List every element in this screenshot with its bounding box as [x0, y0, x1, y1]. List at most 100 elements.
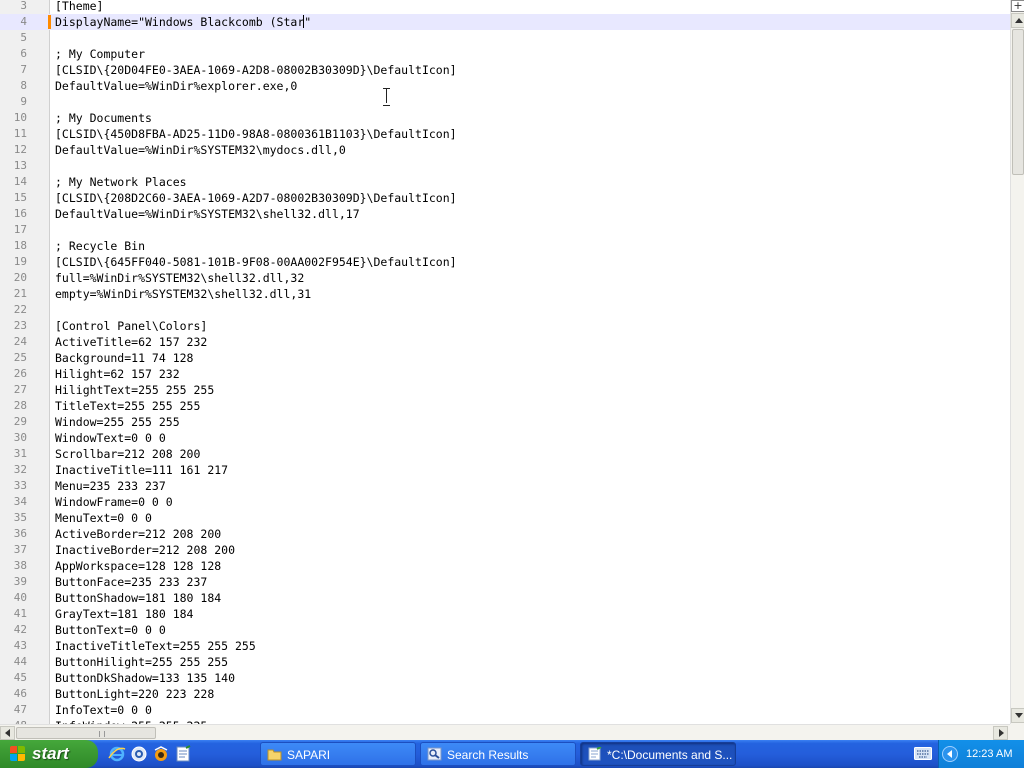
editor-line[interactable]: 34 WindowFrame=0 0 0 — [0, 494, 1010, 510]
line-text[interactable]: ; My Computer — [55, 46, 145, 62]
taskbar-button-search-results[interactable]: Search Results — [420, 742, 576, 766]
editor-line[interactable]: 17 — [0, 222, 1010, 238]
editor-line[interactable]: 43 InactiveTitleText=255 255 255 — [0, 638, 1010, 654]
editor-line[interactable]: 5 — [0, 30, 1010, 46]
editor-line[interactable]: 21 empty=%WinDir%SYSTEM32\shell32.dll,31 — [0, 286, 1010, 302]
scroll-up-button[interactable] — [1011, 13, 1024, 28]
editor-line[interactable]: 3 [Theme] — [0, 0, 1010, 14]
editor-line[interactable]: 38 AppWorkspace=128 128 128 — [0, 558, 1010, 574]
editor-line[interactable]: 20 full=%WinDir%SYSTEM32\shell32.dll,32 — [0, 270, 1010, 286]
scroll-down-button[interactable] — [1011, 708, 1024, 723]
line-text[interactable]: [CLSID\{450D8FBA-AD25-11D0-98A8-0800361B… — [55, 126, 457, 142]
scroll-left-button[interactable] — [0, 726, 15, 740]
start-button[interactable]: start — [0, 740, 98, 768]
line-text[interactable]: Scrollbar=212 208 200 — [55, 446, 200, 462]
line-text[interactable]: GrayText=181 180 184 — [55, 606, 193, 622]
line-text[interactable]: WindowFrame=0 0 0 — [55, 494, 173, 510]
editor-line[interactable]: 8 DefaultValue=%WinDir%explorer.exe,0 — [0, 78, 1010, 94]
line-text[interactable]: empty=%WinDir%SYSTEM32\shell32.dll,31 — [55, 286, 311, 302]
line-text[interactable]: ; Recycle Bin — [55, 238, 145, 254]
line-text[interactable]: full=%WinDir%SYSTEM32\shell32.dll,32 — [55, 270, 304, 286]
editor-line[interactable]: 9 — [0, 94, 1010, 110]
editor-line[interactable]: 16 DefaultValue=%WinDir%SYSTEM32\shell32.… — [0, 206, 1010, 222]
line-text[interactable]: ButtonFace=235 233 237 — [55, 574, 207, 590]
taskbar-button-sapari[interactable]: SAPARI — [260, 742, 416, 766]
line-text[interactable]: InactiveBorder=212 208 200 — [55, 542, 235, 558]
editor-line[interactable]: 40 ButtonShadow=181 180 184 — [0, 590, 1010, 606]
line-text[interactable]: ButtonDkShadow=133 135 140 — [55, 670, 235, 686]
expand-button[interactable]: + — [1011, 0, 1024, 12]
editor-line[interactable]: 32 InactiveTitle=111 161 217 — [0, 462, 1010, 478]
keyboard-icon[interactable] — [914, 747, 932, 760]
horizontal-scrollbar[interactable] — [0, 724, 1010, 740]
line-text[interactable]: AppWorkspace=128 128 128 — [55, 558, 221, 574]
line-text[interactable]: DefaultValue=%WinDir%SYSTEM32\mydocs.dll… — [55, 142, 346, 158]
editor-line[interactable]: 26 Hilight=62 157 232 — [0, 366, 1010, 382]
editor-line[interactable]: 18 ; Recycle Bin — [0, 238, 1010, 254]
browser-icon[interactable] — [130, 745, 148, 763]
editor-line[interactable]: 46 ButtonLight=220 223 228 — [0, 686, 1010, 702]
media-player-icon[interactable] — [152, 745, 170, 763]
editor-line[interactable]: 31 Scrollbar=212 208 200 — [0, 446, 1010, 462]
line-text[interactable]: WindowText=0 0 0 — [55, 430, 166, 446]
line-text[interactable]: InactiveTitleText=255 255 255 — [55, 638, 256, 654]
editor-line[interactable]: 19 [CLSID\{645FF040-5081-101B-9F08-00AA00… — [0, 254, 1010, 270]
line-text[interactable]: DefaultValue=%WinDir%explorer.exe,0 — [55, 78, 297, 94]
line-text[interactable]: MenuText=0 0 0 — [55, 510, 152, 526]
editor-line[interactable]: 47 InfoText=0 0 0 — [0, 702, 1010, 718]
editor-line[interactable]: 23 [Control Panel\Colors] — [0, 318, 1010, 334]
editor-line[interactable]: 14 ; My Network Places — [0, 174, 1010, 190]
editor-line[interactable]: 25 Background=11 74 128 — [0, 350, 1010, 366]
line-text[interactable]: [CLSID\{645FF040-5081-101B-9F08-00AA002F… — [55, 254, 457, 270]
vertical-scrollbar[interactable]: + — [1010, 0, 1024, 724]
editor-line[interactable]: 39 ButtonFace=235 233 237 — [0, 574, 1010, 590]
line-text[interactable]: [CLSID\{208D2C60-3AEA-1069-A2D7-08002B30… — [55, 190, 457, 206]
editor-line[interactable]: 42 ButtonText=0 0 0 — [0, 622, 1010, 638]
clock[interactable]: 12:23 AM — [966, 740, 1012, 768]
editor-line[interactable]: 13 — [0, 158, 1010, 174]
line-text[interactable]: ActiveTitle=62 157 232 — [55, 334, 207, 350]
line-text[interactable]: ; My Documents — [55, 110, 152, 126]
horizontal-scroll-thumb[interactable] — [16, 727, 156, 739]
line-text[interactable]: ButtonShadow=181 180 184 — [55, 590, 221, 606]
text-editor[interactable]: 3 [Theme] 4 DisplayName="Windows Blackcomb … — [0, 0, 1010, 724]
editor-line[interactable]: 6 ; My Computer — [0, 46, 1010, 62]
line-text[interactable]: Menu=235 233 237 — [55, 478, 166, 494]
editor-line[interactable]: 10 ; My Documents — [0, 110, 1010, 126]
line-text[interactable]: ButtonLight=220 223 228 — [55, 686, 214, 702]
line-text[interactable]: HilightText=255 255 255 — [55, 382, 214, 398]
line-text[interactable]: Hilight=62 157 232 — [55, 366, 180, 382]
line-text[interactable]: [Theme] — [55, 0, 103, 14]
line-text[interactable]: Window=255 255 255 — [55, 414, 180, 430]
line-text[interactable]: DisplayName="Windows Blackcomb (Star" — [55, 14, 311, 30]
line-text[interactable]: InfoText=0 0 0 — [55, 702, 152, 718]
editor-line[interactable]: 33 Menu=235 233 237 — [0, 478, 1010, 494]
line-text[interactable]: DefaultValue=%WinDir%SYSTEM32\shell32.dl… — [55, 206, 360, 222]
editor-line[interactable]: 28 TitleText=255 255 255 — [0, 398, 1010, 414]
editor-lines[interactable]: 3 [Theme] 4 DisplayName="Windows Blackcomb … — [0, 0, 1010, 724]
line-text[interactable]: ActiveBorder=212 208 200 — [55, 526, 221, 542]
editor-line[interactable]: 12 DefaultValue=%WinDir%SYSTEM32\mydocs.d… — [0, 142, 1010, 158]
line-text[interactable]: ButtonText=0 0 0 — [55, 622, 166, 638]
line-text[interactable]: [CLSID\{20D04FE0-3AEA-1069-A2D8-08002B30… — [55, 62, 457, 78]
notepad-quicklaunch-icon[interactable] — [174, 745, 192, 763]
scroll-right-button[interactable] — [993, 726, 1008, 740]
show-hidden-icons-icon[interactable] — [942, 746, 958, 762]
editor-line[interactable]: 44 ButtonHilight=255 255 255 — [0, 654, 1010, 670]
editor-line[interactable]: 11 [CLSID\{450D8FBA-AD25-11D0-98A8-080036… — [0, 126, 1010, 142]
line-text[interactable]: InactiveTitle=111 161 217 — [55, 462, 228, 478]
editor-line[interactable]: 7 [CLSID\{20D04FE0-3AEA-1069-A2D8-08002B3… — [0, 62, 1010, 78]
line-text[interactable]: ButtonHilight=255 255 255 — [55, 654, 228, 670]
line-text[interactable]: ; My Network Places — [55, 174, 187, 190]
editor-line[interactable]: 41 GrayText=181 180 184 — [0, 606, 1010, 622]
editor-line[interactable]: 27 HilightText=255 255 255 — [0, 382, 1010, 398]
editor-line[interactable]: 36 ActiveBorder=212 208 200 — [0, 526, 1010, 542]
editor-line[interactable]: 29 Window=255 255 255 — [0, 414, 1010, 430]
editor-line[interactable]: 37 InactiveBorder=212 208 200 — [0, 542, 1010, 558]
editor-line[interactable]: 22 — [0, 302, 1010, 318]
editor-line[interactable]: 15 [CLSID\{208D2C60-3AEA-1069-A2D7-08002B… — [0, 190, 1010, 206]
vertical-scroll-thumb[interactable] — [1012, 29, 1024, 175]
line-text[interactable]: [Control Panel\Colors] — [55, 318, 207, 334]
taskbar-button-notepad[interactable]: *C:\Documents and S... — [580, 742, 736, 766]
internet-explorer-icon[interactable] — [108, 745, 126, 763]
